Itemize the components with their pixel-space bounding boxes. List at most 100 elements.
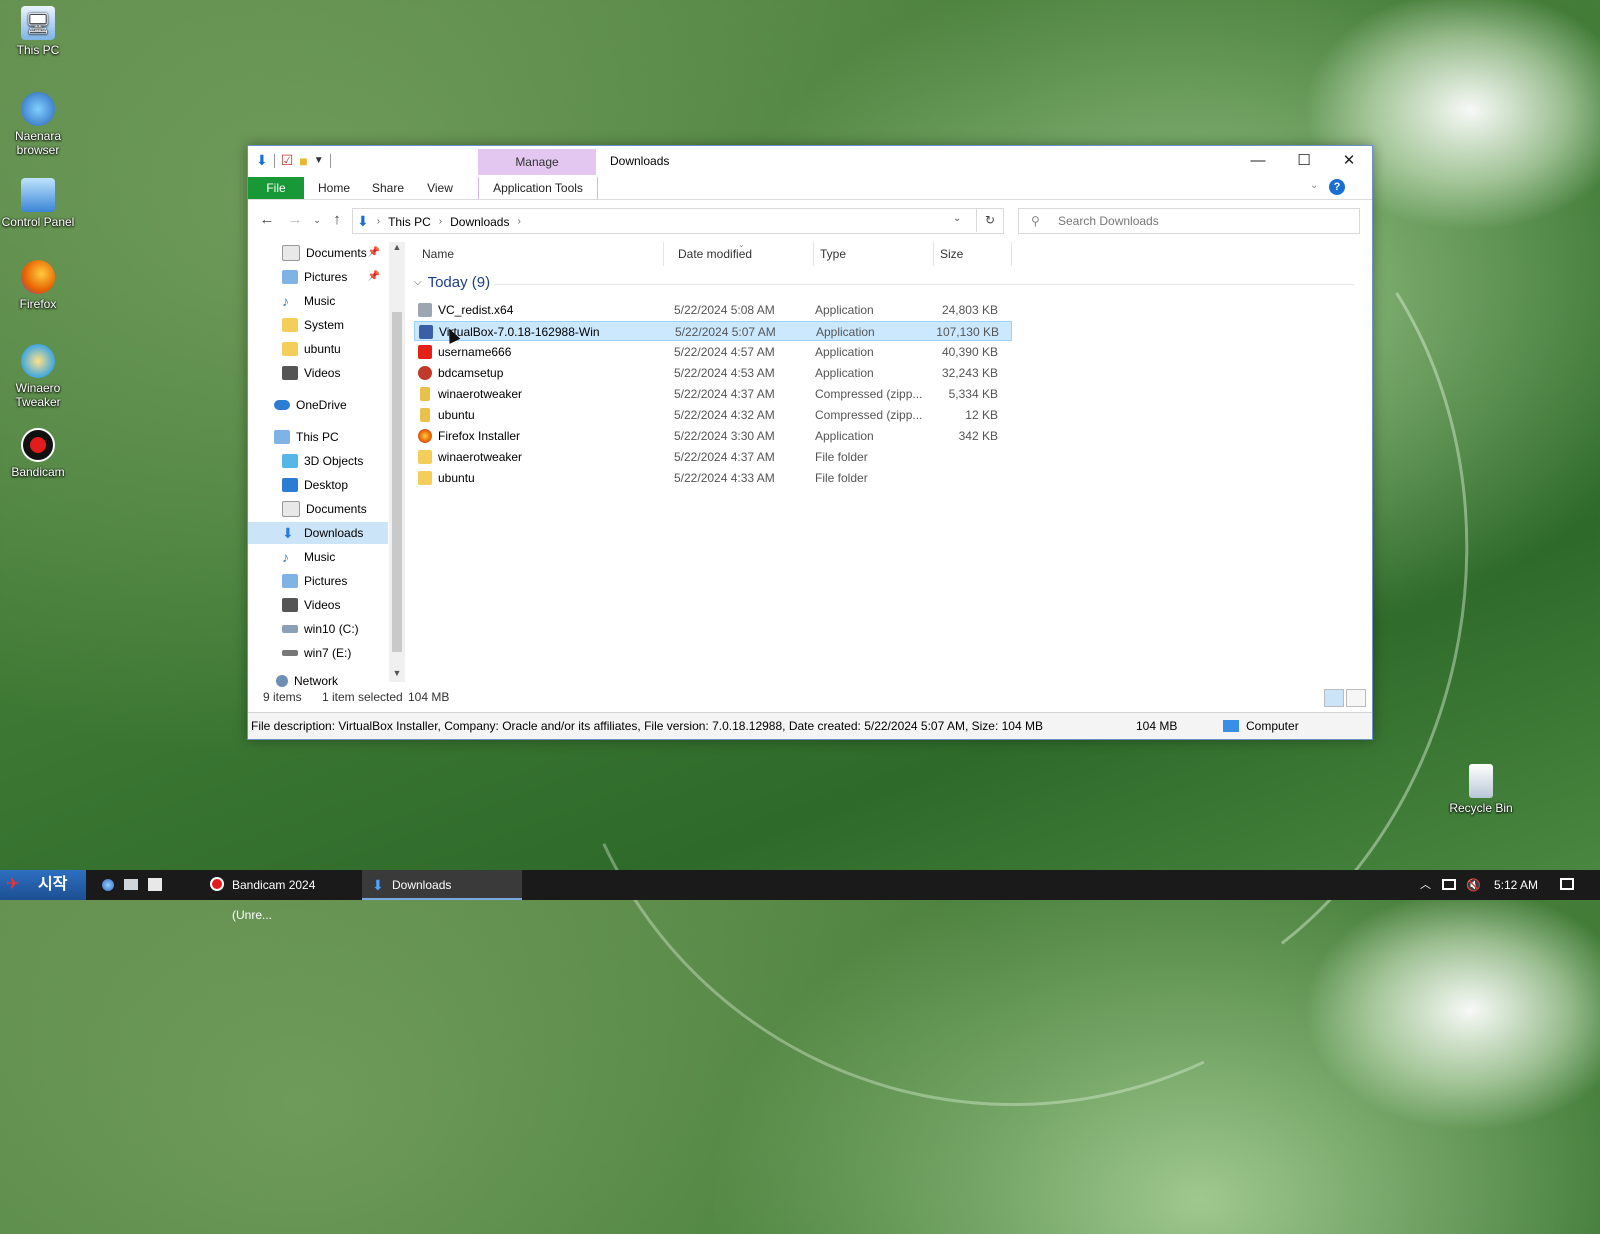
tab-view[interactable]: View	[418, 177, 462, 199]
nav-item-pictures-pinned[interactable]: Pictures 📌	[248, 266, 388, 288]
maximize-button[interactable]: ☐	[1281, 146, 1327, 176]
explorer-window[interactable]: ⬇ ☑ ■ ▼ Manage Downloads — ☐ ✕ File Home…	[247, 145, 1373, 740]
taskbar-item-bandicam[interactable]: Bandicam 2024 (Unre...	[202, 870, 356, 922]
nav-item-win10-drive[interactable]: win10 (C:)	[248, 618, 388, 640]
nav-item-win7-drive[interactable]: win7 (E:)	[248, 642, 388, 664]
address-bar[interactable]: ⬇ › This PC › Downloads › ⌄	[352, 208, 1004, 234]
sort-indicator-icon: ⌄	[738, 240, 745, 249]
scroll-down-icon[interactable]: ▼	[389, 668, 405, 678]
address-dropdown-icon[interactable]: ⌄	[953, 213, 961, 224]
taskbar: ✈ 시작 Bandicam 2024 (Unre... ⬇ Downloads …	[0, 870, 1600, 922]
scroll-up-icon[interactable]: ▲	[389, 242, 405, 252]
search-icon: ⚲	[1031, 214, 1040, 228]
pin-icon: 📌	[367, 271, 380, 282]
breadcrumb-downloads[interactable]: Downloads	[450, 215, 509, 229]
refresh-button[interactable]: ↻	[976, 208, 1003, 232]
forward-button[interactable]: →	[286, 211, 304, 229]
folder-icon	[418, 450, 432, 464]
clock[interactable]: 5:12 AM	[1494, 870, 1538, 900]
details-view-button[interactable]	[1324, 689, 1344, 707]
file-row[interactable]: VC_redist.x64 5/22/2024 5:08 AM Applicat…	[414, 300, 1012, 320]
tab-application-tools[interactable]: Application Tools	[478, 177, 598, 199]
volume-muted-icon[interactable]: 🔇	[1466, 870, 1481, 900]
network-icon[interactable]	[1442, 879, 1456, 890]
group-header-today[interactable]: ⌵ Today (9)	[414, 274, 490, 291]
desktop-icon-control-panel[interactable]: Control Panel	[0, 178, 76, 229]
nav-item-system[interactable]: System	[248, 314, 388, 336]
column-header-type[interactable]: Type	[814, 242, 934, 266]
breadcrumb-this-pc[interactable]: This PC	[388, 215, 431, 229]
file-manager-icon[interactable]	[124, 879, 138, 890]
bandicam-icon	[210, 877, 224, 891]
downloads-icon: ⬇	[372, 877, 384, 893]
nav-item-videos[interactable]: Videos	[248, 594, 388, 616]
taskbar-item-downloads[interactable]: ⬇ Downloads	[362, 870, 522, 900]
zip-folder-icon	[420, 387, 430, 401]
minimize-button[interactable]: —	[1235, 146, 1281, 176]
nav-item-documents[interactable]: Documents	[248, 498, 388, 520]
file-row[interactable]: winaerotweaker 5/22/2024 4:37 AM File fo…	[414, 447, 1012, 467]
desktop-icon-bandicam[interactable]: Bandicam	[0, 428, 76, 479]
show-hidden-icons-icon[interactable]: ︿	[1420, 870, 1431, 900]
tab-home[interactable]: Home	[310, 177, 358, 199]
recent-locations-button[interactable]: ⌄	[308, 211, 326, 229]
notepad-icon[interactable]	[148, 878, 162, 891]
nav-item-pictures[interactable]: Pictures	[248, 570, 388, 592]
desktop-icon-winaero-tweaker[interactable]: Winaero Tweaker	[0, 344, 76, 409]
desktop-icon-this-pc[interactable]: 🖥 This PC	[0, 6, 76, 57]
desktop-icon-recycle-bin[interactable]: Recycle Bin	[1443, 764, 1519, 815]
desktop-icon-firefox[interactable]: Firefox	[0, 260, 76, 311]
file-row[interactable]: ubuntu 5/22/2024 4:32 AM Compressed (zip…	[414, 405, 1012, 425]
downloads-icon[interactable]: ⬇	[256, 152, 268, 169]
manage-context-tab[interactable]: Manage	[478, 149, 596, 175]
virtualbox-icon	[419, 325, 433, 339]
file-row[interactable]: winaerotweaker 5/22/2024 4:37 AM Compres…	[414, 384, 1012, 404]
properties-icon[interactable]: ☑	[281, 152, 294, 169]
status-bar: 9 items 1 item selected 104 MB	[248, 686, 1372, 708]
column-header-size[interactable]: Size	[934, 242, 1012, 266]
customize-toolbar-icon[interactable]: ▼	[314, 155, 324, 166]
scrollbar-thumb[interactable]	[392, 312, 402, 652]
installer-icon	[418, 303, 432, 317]
nav-item-this-pc[interactable]: This PC	[248, 426, 388, 448]
navigation-pane[interactable]: Documents 📌 Pictures 📌 ♪ Music System ub…	[248, 242, 388, 688]
back-button[interactable]: ←	[258, 211, 276, 229]
close-button[interactable]: ✕	[1326, 146, 1372, 176]
large-icons-view-button[interactable]	[1346, 689, 1366, 707]
expand-ribbon-icon[interactable]: ⌄	[1310, 180, 1318, 191]
nav-item-music[interactable]: ♪ Music	[248, 546, 388, 568]
computer-icon	[1223, 720, 1239, 732]
column-header-name[interactable]: Name	[414, 242, 664, 266]
nav-item-onedrive[interactable]: OneDrive	[248, 394, 388, 416]
action-center-icon[interactable]	[1560, 878, 1574, 890]
nav-item-videos-quick[interactable]: Videos	[248, 362, 388, 384]
naenara-browser-icon	[21, 92, 55, 126]
nav-item-downloads[interactable]: ⬇ Downloads	[248, 522, 388, 544]
nav-item-ubuntu[interactable]: ubuntu	[248, 338, 388, 360]
tab-file[interactable]: File	[248, 177, 304, 199]
up-button[interactable]: ↑	[328, 211, 346, 229]
nav-item-desktop[interactable]: Desktop	[248, 474, 388, 496]
help-icon[interactable]: ?	[1329, 179, 1345, 195]
file-row-selected[interactable]: VirtualBox-7.0.18-162988-Win 5/22/2024 5…	[414, 321, 1012, 341]
pictures-icon	[282, 574, 298, 588]
nav-item-3d-objects[interactable]: 3D Objects	[248, 450, 388, 472]
file-list[interactable]: Name ⌄ Date modified Type Size ⌵ Today (…	[414, 240, 1354, 682]
nav-item-music[interactable]: ♪ Music	[248, 290, 388, 312]
naenara-browser-icon[interactable]	[102, 879, 114, 891]
title-bar[interactable]: ⬇ ☑ ■ ▼ Manage Downloads — ☐ ✕	[248, 146, 1372, 177]
search-input[interactable]: ⚲ Search Downloads	[1018, 208, 1360, 234]
file-row[interactable]: username666 5/22/2024 4:57 AM Applicatio…	[414, 342, 1012, 362]
navigation-pane-scrollbar[interactable]: ▲ ▼	[389, 242, 405, 682]
documents-icon	[282, 501, 300, 517]
tab-share[interactable]: Share	[364, 177, 412, 199]
file-row[interactable]: bdcamsetup 5/22/2024 4:53 AM Application…	[414, 363, 1012, 383]
new-folder-icon[interactable]: ■	[299, 153, 307, 169]
file-row[interactable]: Firefox Installer 5/22/2024 3:30 AM Appl…	[414, 426, 1012, 446]
pin-icon: 📌	[367, 247, 380, 258]
column-header-date-modified[interactable]: ⌄ Date modified	[672, 240, 814, 266]
desktop-icon-naenara-browser[interactable]: Naenara browser	[0, 92, 76, 157]
file-row[interactable]: ubuntu 5/22/2024 4:33 AM File folder	[414, 468, 1012, 488]
start-button[interactable]: ✈ 시작	[0, 870, 86, 900]
nav-item-documents-pinned[interactable]: Documents 📌	[248, 242, 388, 264]
